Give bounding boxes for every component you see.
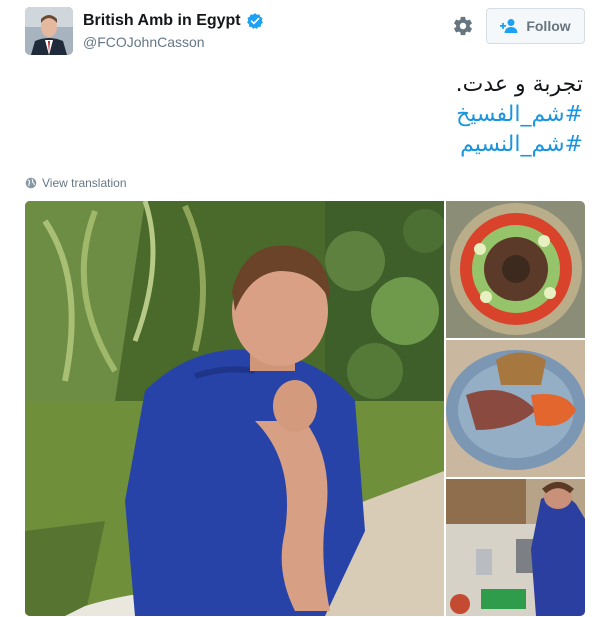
tweet-text: تجربة و عدت. #شم_الفسيخ #شم_النسيم	[23, 70, 583, 160]
view-translation-link[interactable]: View translation	[25, 176, 127, 190]
main-photo[interactable]	[25, 201, 444, 616]
follow-button-label: Follow	[526, 18, 571, 34]
author-handle[interactable]: @FCOJohnCasson	[83, 34, 264, 50]
globe-icon	[25, 177, 37, 189]
hashtag-link[interactable]: #شم_النسيم	[23, 130, 583, 160]
thumbnail-photo[interactable]	[446, 201, 585, 338]
view-translation-label: View translation	[42, 176, 127, 190]
author-block: British Amb in Egypt @FCOJohnCasson	[83, 12, 264, 50]
hashtag-link[interactable]: #شم_الفسيخ	[23, 100, 583, 130]
avatar[interactable]	[25, 7, 73, 55]
author-name[interactable]: British Amb in Egypt	[83, 12, 241, 30]
add-user-icon	[500, 19, 518, 33]
thumbnail-photo[interactable]	[446, 340, 585, 477]
media-grid	[25, 201, 585, 616]
gear-icon[interactable]	[452, 15, 474, 37]
follow-button[interactable]: Follow	[486, 8, 585, 44]
verified-badge-icon	[246, 13, 263, 29]
thumbnail-photo[interactable]	[446, 479, 585, 616]
tweet-text-line: تجربة و عدت.	[455, 72, 583, 97]
